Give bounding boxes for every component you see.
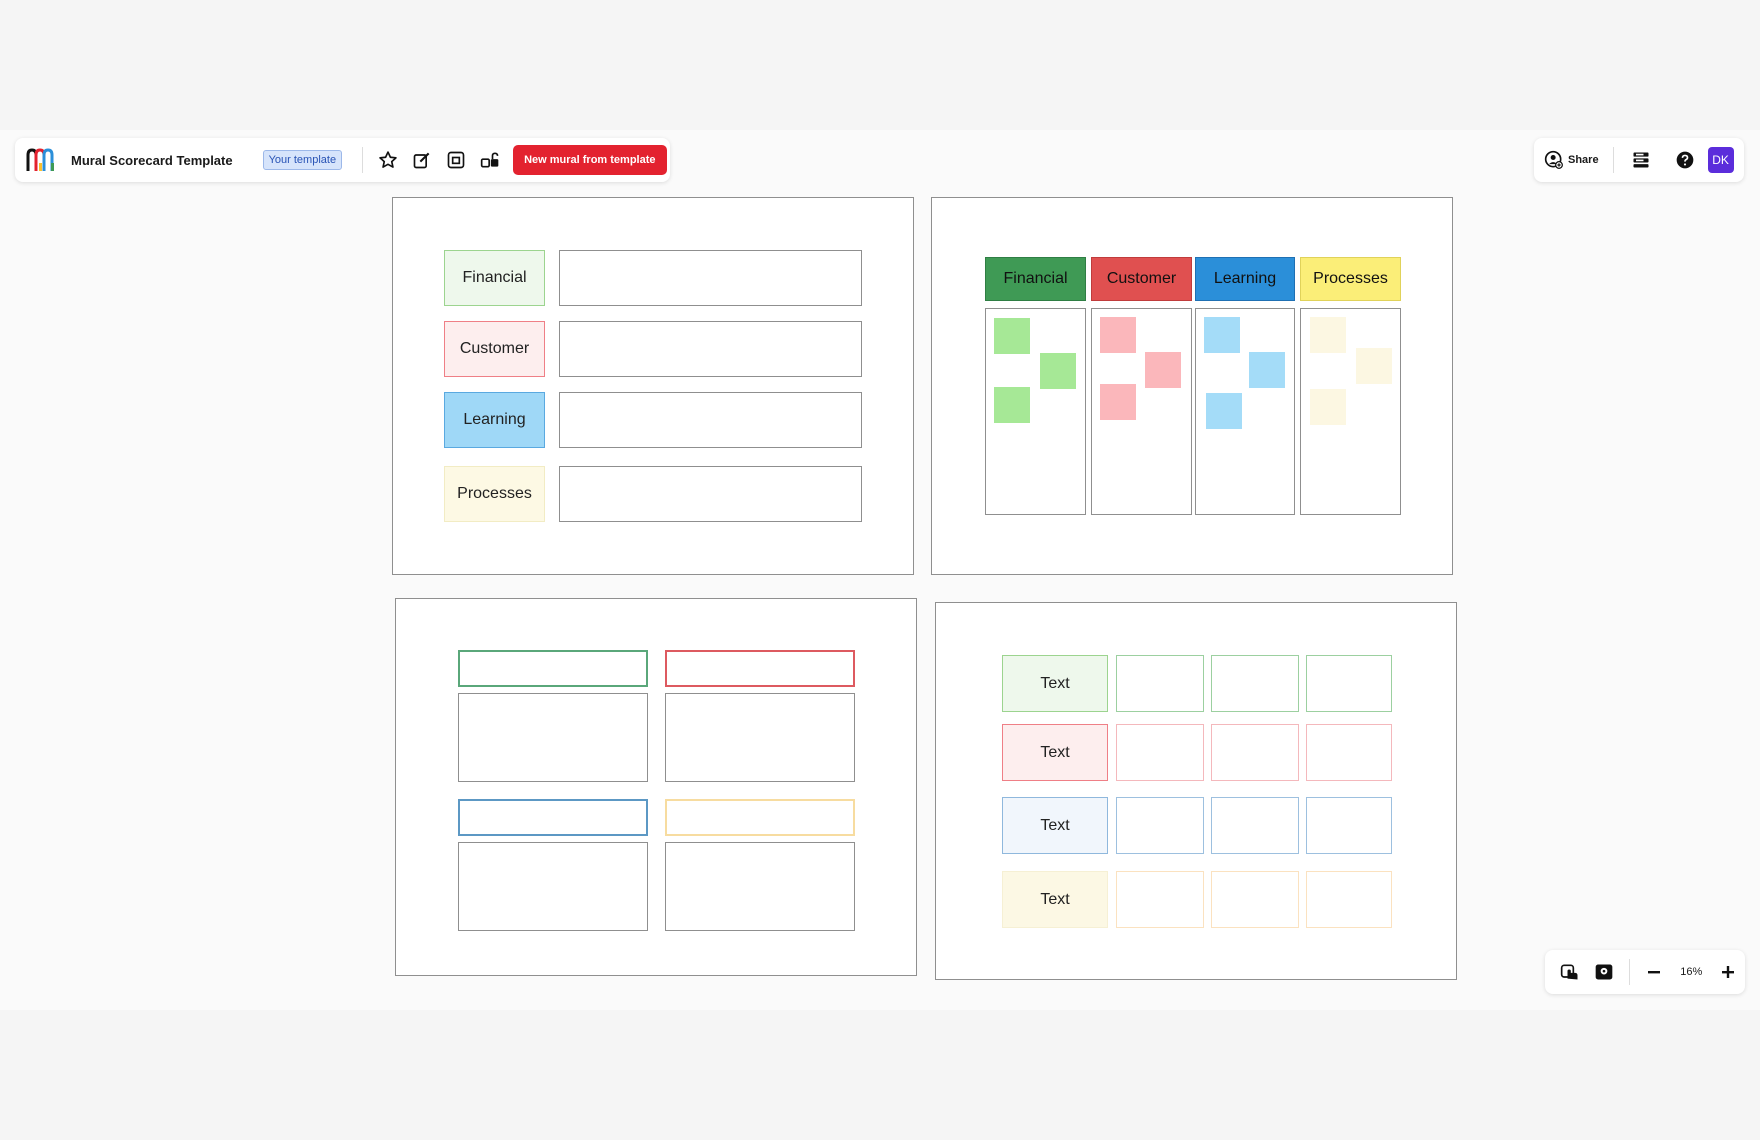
grid-cell[interactable]	[1306, 655, 1392, 712]
row-field-processes[interactable]	[559, 466, 862, 522]
scorecard-grid-frame[interactable]: Text Text Text Text	[935, 602, 1457, 980]
zoom-in-icon[interactable]	[1713, 957, 1743, 987]
grid-row-label[interactable]: Text	[1002, 655, 1108, 712]
row-label-financial[interactable]: Financial	[444, 250, 545, 306]
sticky-note[interactable]	[1310, 389, 1346, 425]
grid-cell[interactable]	[1211, 871, 1299, 928]
edit-icon[interactable]	[407, 145, 437, 175]
sticky-note[interactable]	[1249, 352, 1285, 388]
quadrant-body-yellow[interactable]	[665, 842, 855, 931]
grid-row-label[interactable]: Text	[1002, 871, 1108, 928]
star-icon[interactable]	[373, 145, 403, 175]
quadrant-body-red[interactable]	[665, 693, 855, 782]
share-label: Share	[1568, 154, 1599, 166]
grid-row-label[interactable]: Text	[1002, 797, 1108, 854]
grid-cell[interactable]	[1306, 871, 1392, 928]
grid-cell[interactable]	[1211, 724, 1299, 781]
sticky-note[interactable]	[994, 387, 1030, 423]
template-badge: Your template	[262, 150, 343, 170]
grid-cell[interactable]	[1116, 655, 1204, 712]
unlock-icon[interactable]	[475, 145, 505, 175]
sticky-note[interactable]	[1356, 348, 1392, 384]
sticky-note[interactable]	[994, 318, 1030, 354]
zoom-divider	[1628, 959, 1630, 985]
row-label-customer[interactable]: Customer	[444, 321, 545, 377]
grid-cell[interactable]	[1116, 871, 1204, 928]
share-button[interactable]: Share	[1544, 150, 1599, 170]
row-field-customer[interactable]	[559, 321, 862, 377]
quadrant-body-blue[interactable]	[458, 842, 648, 931]
new-mural-from-template-button[interactable]: New mural from template	[513, 145, 667, 175]
grid-row-label[interactable]: Text	[1002, 724, 1108, 781]
row-field-learning[interactable]	[559, 392, 862, 448]
grid-cell[interactable]	[1116, 797, 1204, 854]
grid-cell[interactable]	[1306, 724, 1392, 781]
outline-panel-icon[interactable]	[1626, 145, 1656, 175]
grid-cell[interactable]	[1211, 655, 1299, 712]
sticky-note[interactable]	[1145, 352, 1181, 388]
mural-logo[interactable]	[25, 146, 57, 174]
zoom-level[interactable]: 16%	[1675, 966, 1707, 978]
quadrant-header-green[interactable]	[458, 650, 648, 687]
sticky-note[interactable]	[1204, 317, 1240, 353]
sticky-note[interactable]	[1100, 317, 1136, 353]
row-label-processes[interactable]: Processes	[444, 466, 545, 522]
column-header-learning[interactable]: Learning	[1195, 257, 1295, 301]
column-header-customer[interactable]: Customer	[1091, 257, 1192, 301]
quadrant-header-yellow[interactable]	[665, 799, 855, 836]
row-label-learning[interactable]: Learning	[444, 392, 545, 448]
hand-pan-icon[interactable]	[1555, 957, 1585, 987]
toolbar-divider	[362, 147, 364, 173]
top-right-toolbar: Share DK	[1534, 138, 1744, 182]
grid-cell[interactable]	[1306, 797, 1392, 854]
row-field-financial[interactable]	[559, 250, 862, 306]
top-toolbar: Mural Scorecard Template Your template N…	[15, 138, 670, 182]
quadrant-header-red[interactable]	[665, 650, 855, 687]
user-avatar[interactable]: DK	[1707, 147, 1734, 173]
duplicate-icon[interactable]	[441, 145, 471, 175]
toolbar-divider	[1612, 147, 1614, 173]
zoom-out-icon[interactable]	[1639, 957, 1669, 987]
quadrant-body-green[interactable]	[458, 693, 648, 782]
sticky-note[interactable]	[1206, 393, 1242, 429]
help-icon[interactable]	[1670, 145, 1700, 175]
sticky-note[interactable]	[1100, 384, 1136, 420]
grid-cell[interactable]	[1116, 724, 1204, 781]
share-user-icon	[1544, 150, 1563, 169]
scorecard-columns-frame[interactable]: Financial Customer Learning Processes	[931, 197, 1453, 575]
sticky-note[interactable]	[1040, 353, 1076, 389]
column-header-processes[interactable]: Processes	[1300, 257, 1401, 301]
grid-cell[interactable]	[1211, 797, 1299, 854]
mural-title[interactable]: Mural Scorecard Template	[71, 153, 233, 168]
zoom-controls: 16%	[1545, 950, 1745, 994]
quadrant-header-blue[interactable]	[458, 799, 648, 836]
column-header-financial[interactable]: Financial	[985, 257, 1086, 301]
map-view-icon[interactable]	[1589, 957, 1619, 987]
sticky-note[interactable]	[1310, 317, 1346, 353]
scorecard-list-frame[interactable]: Financial Customer Learning Processes	[392, 197, 914, 575]
scorecard-quadrant-frame[interactable]	[395, 598, 917, 976]
